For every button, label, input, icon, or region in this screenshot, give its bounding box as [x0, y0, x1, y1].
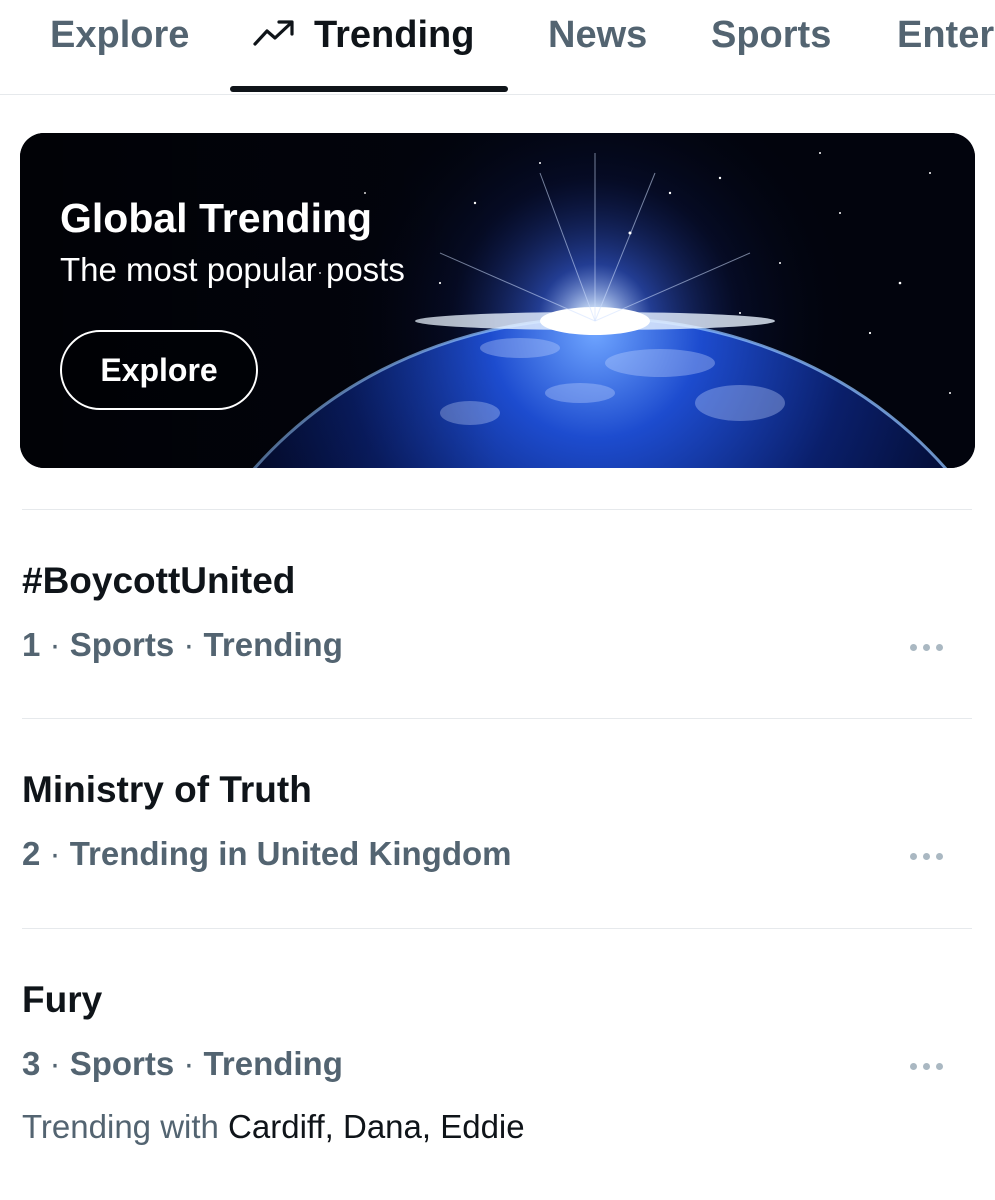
trend-title: #BoycottUnited	[22, 560, 296, 601]
trend-title: Fury	[22, 979, 103, 1020]
trending-with-label: Trending with	[22, 1108, 219, 1145]
trend-meta: 1 · Sports · Trending	[22, 626, 343, 663]
trend-meta: 3 · Sports · Trending	[22, 1045, 343, 1082]
tab-bar: Explore Trending News Sports Enter	[0, 0, 995, 95]
trending-with: Trending with Cardiff, Dana, Eddie	[22, 1108, 525, 1146]
trend-item[interactable]: #BoycottUnited 1 · Sports · Trending	[0, 510, 995, 718]
trend-rank: 2	[22, 835, 41, 872]
tab-label: Trending	[314, 14, 475, 56]
trend-category: Sports	[69, 626, 175, 663]
global-trending-banner[interactable]: Global Trending The most popular posts E…	[20, 133, 975, 468]
banner-subtitle: The most popular posts	[60, 251, 405, 288]
earth-space-image	[20, 133, 975, 468]
trend-meta: 2 · Trending in United Kingdom	[22, 835, 512, 872]
more-options-button[interactable]	[910, 847, 950, 867]
trend-item[interactable]: Ministry of Truth 2 · Trending in United…	[0, 719, 995, 927]
tab-label: Sports	[711, 14, 832, 56]
trending-page: Explore Trending News Sports Enter Globa…	[0, 0, 995, 1200]
tab-news[interactable]: News	[548, 14, 647, 66]
trending-arrow-icon	[253, 20, 294, 46]
trend-title: Ministry of Truth	[22, 769, 312, 810]
tab-explore[interactable]: Explore	[50, 14, 189, 66]
trend-item[interactable]: Fury 3 · Sports · Trending Trending with…	[0, 929, 995, 1189]
trend-status: Trending	[203, 626, 343, 663]
banner-title: Global Trending	[60, 195, 373, 241]
trending-with-names: Cardiff, Dana, Eddie	[228, 1108, 525, 1145]
trend-location: Trending in United Kingdom	[69, 835, 512, 872]
tab-label: Explore	[50, 14, 190, 56]
tab-entertainment[interactable]: Enter	[897, 14, 994, 66]
more-options-button[interactable]	[910, 1057, 950, 1077]
tab-label: News	[548, 14, 648, 56]
trend-category: Sports	[69, 1045, 175, 1082]
trend-status: Trending	[203, 1045, 343, 1082]
tab-trending[interactable]: Trending	[252, 14, 474, 66]
active-tab-indicator	[230, 86, 508, 92]
more-options-button[interactable]	[910, 638, 950, 658]
trend-rank: 3	[22, 1045, 41, 1082]
trend-rank: 1	[22, 626, 41, 663]
tab-label: Enter	[897, 14, 995, 56]
tab-sports[interactable]: Sports	[711, 14, 831, 66]
explore-button[interactable]: Explore	[60, 330, 258, 410]
